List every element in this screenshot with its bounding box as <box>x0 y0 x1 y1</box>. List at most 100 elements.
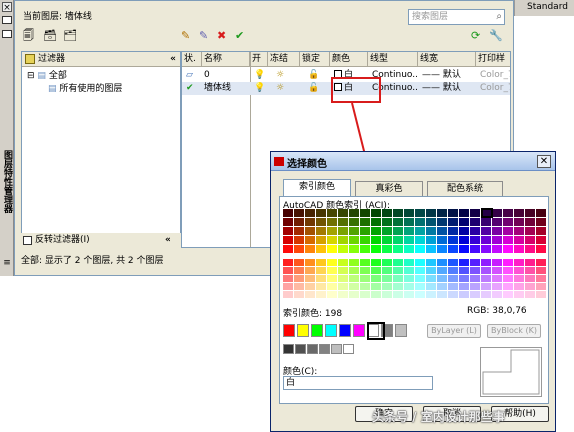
palette-swatch[interactable] <box>503 218 513 226</box>
bylayer-button[interactable]: ByLayer (L) <box>427 324 481 338</box>
palette-swatch[interactable] <box>360 259 370 266</box>
palette-swatch[interactable] <box>525 267 535 274</box>
palette-swatch[interactable] <box>283 218 293 226</box>
palette-swatch[interactable] <box>437 291 447 298</box>
byblock-button[interactable]: ByBlock (K) <box>487 324 541 338</box>
palette-swatch[interactable] <box>283 236 293 244</box>
palette-swatch[interactable] <box>459 259 469 266</box>
palette-swatch[interactable] <box>338 227 348 235</box>
palette-swatch[interactable] <box>382 227 392 235</box>
palette-swatch[interactable] <box>404 275 414 282</box>
palette-swatch[interactable] <box>426 283 436 290</box>
collapse-filter-icon[interactable]: « <box>165 233 171 248</box>
palette-swatch[interactable] <box>371 236 381 244</box>
palette-swatch[interactable] <box>316 227 326 235</box>
palette-swatch[interactable] <box>525 209 535 217</box>
palette-swatch[interactable] <box>327 275 337 282</box>
tab-true-color[interactable]: 真彩色 <box>355 181 423 196</box>
palette-swatch[interactable] <box>371 275 381 282</box>
palette-swatch[interactable] <box>404 236 414 244</box>
color-swatch[interactable] <box>395 324 407 337</box>
new-property-filter-icon[interactable]: 🗐 <box>23 29 34 43</box>
layer-lineweight[interactable]: —— 默认 <box>420 82 476 95</box>
palette-swatch[interactable] <box>437 227 447 235</box>
palette-swatch[interactable] <box>437 245 447 253</box>
close-icon[interactable]: ✕ <box>537 155 551 168</box>
palette-swatch[interactable] <box>305 291 315 298</box>
palette-swatch[interactable] <box>382 291 392 298</box>
palette-swatch[interactable] <box>492 245 502 253</box>
palette-swatch[interactable] <box>338 291 348 298</box>
palette-swatch[interactable] <box>448 227 458 235</box>
palette-swatch[interactable] <box>305 236 315 244</box>
color-swatch[interactable] <box>311 324 323 337</box>
palette-swatch[interactable] <box>481 245 491 253</box>
color-swatch[interactable] <box>319 344 330 354</box>
palette-swatch[interactable] <box>536 218 546 226</box>
palette-swatch[interactable] <box>514 267 524 274</box>
color-swatch[interactable] <box>343 344 354 354</box>
color-swatch[interactable] <box>331 344 342 354</box>
palette-swatch[interactable] <box>283 209 293 217</box>
palette-swatch[interactable] <box>382 259 392 266</box>
palette-swatch[interactable] <box>470 218 480 226</box>
palette-swatch[interactable] <box>514 209 524 217</box>
palette-swatch[interactable] <box>327 218 337 226</box>
palette-swatch[interactable] <box>349 267 359 274</box>
close-icon[interactable]: × <box>2 2 12 13</box>
set-current-icon[interactable]: ✔ <box>235 29 244 43</box>
palette-swatch[interactable] <box>514 283 524 290</box>
color-swatch[interactable] <box>307 344 318 354</box>
delete-layer-icon[interactable]: ✖ <box>217 29 226 43</box>
color-input[interactable]: 白 <box>283 376 433 390</box>
aci-palette-bottom[interactable] <box>283 259 547 299</box>
tab-color-books[interactable]: 配色系统 <box>427 181 503 196</box>
palette-swatch[interactable] <box>492 227 502 235</box>
palette-swatch[interactable] <box>525 245 535 253</box>
palette-swatch[interactable] <box>371 209 381 217</box>
palette-swatch[interactable] <box>536 227 546 235</box>
layer-lineweight[interactable]: —— 默认 <box>420 69 476 82</box>
palette-swatch[interactable] <box>316 209 326 217</box>
palette-swatch[interactable] <box>481 275 491 282</box>
palette-swatch[interactable] <box>327 291 337 298</box>
settings-icon[interactable]: 🔧 <box>489 29 503 43</box>
palette-swatch[interactable] <box>371 267 381 274</box>
palette-swatch[interactable] <box>536 209 546 217</box>
palette-swatch[interactable] <box>382 267 392 274</box>
layer-name[interactable]: 0 <box>202 69 250 82</box>
palette-swatch[interactable] <box>448 245 458 253</box>
palette-swatch[interactable] <box>459 267 469 274</box>
palette-swatch[interactable] <box>426 245 436 253</box>
refresh-icon[interactable]: ⟳ <box>471 29 480 43</box>
palette-swatch[interactable] <box>525 236 535 244</box>
palette-swatch[interactable] <box>448 236 458 244</box>
palette-swatch[interactable] <box>327 227 337 235</box>
palette-swatch[interactable] <box>338 267 348 274</box>
palette-swatch[interactable] <box>316 283 326 290</box>
palette-swatch[interactable] <box>437 218 447 226</box>
palette-swatch[interactable] <box>492 218 502 226</box>
palette-swatch[interactable] <box>459 218 469 226</box>
palette-swatch[interactable] <box>459 236 469 244</box>
palette-swatch[interactable] <box>349 245 359 253</box>
column-header[interactable]: 名称 <box>202 52 250 67</box>
palette-swatch[interactable] <box>481 267 491 274</box>
sun-icon[interactable]: ☼ <box>274 82 300 95</box>
palette-title-bar[interactable]: × 图层特性管理器 ≡ <box>0 0 14 276</box>
palette-swatch[interactable] <box>470 275 480 282</box>
palette-menu-icon[interactable]: ≡ <box>2 258 12 268</box>
column-header[interactable]: 线宽 <box>418 52 476 67</box>
palette-swatch[interactable] <box>404 283 414 290</box>
palette-swatch[interactable] <box>349 259 359 266</box>
palette-swatch[interactable] <box>536 283 546 290</box>
palette-swatch[interactable] <box>305 218 315 226</box>
palette-swatch[interactable] <box>426 291 436 298</box>
palette-swatch[interactable] <box>503 236 513 244</box>
palette-swatch[interactable] <box>448 267 458 274</box>
palette-swatch[interactable] <box>437 275 447 282</box>
palette-swatch[interactable] <box>492 283 502 290</box>
palette-swatch[interactable] <box>470 267 480 274</box>
palette-swatch[interactable] <box>360 218 370 226</box>
palette-swatch[interactable] <box>525 291 535 298</box>
